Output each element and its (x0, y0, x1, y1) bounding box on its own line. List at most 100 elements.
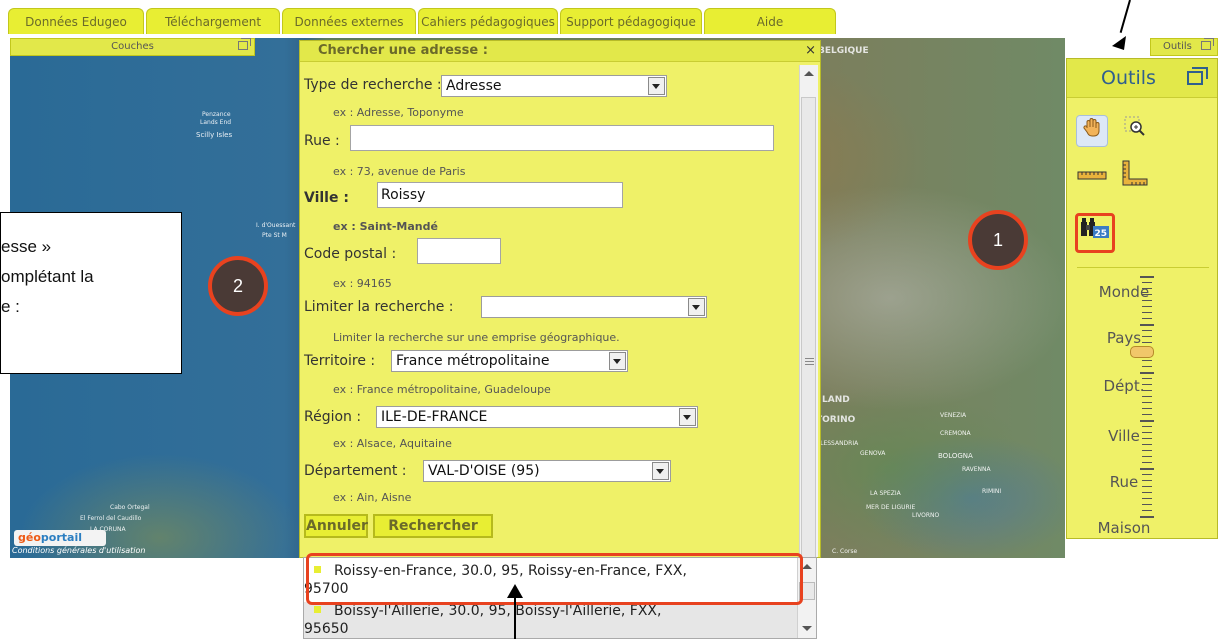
limit-select[interactable] (481, 296, 707, 318)
map-label: BELGIQUE (818, 46, 869, 56)
annotation-box: esse » omplétant la e : (0, 212, 182, 374)
map-label: GENOVA (860, 450, 886, 457)
chevron-down-icon[interactable] (609, 352, 626, 370)
map-label: Pte St M (262, 232, 287, 239)
tab-donnees-edugeo[interactable]: Données Edugeo (8, 8, 144, 34)
zoom-tick (1142, 474, 1152, 475)
rue-hint: ex : 73, avenue de Paris (333, 165, 466, 178)
zoom-tick (1142, 480, 1152, 481)
territoire-label: Territoire : (304, 353, 376, 369)
arrow-head-icon (1112, 36, 1126, 50)
restore-icon[interactable] (1187, 67, 1208, 85)
rue-input[interactable] (350, 125, 774, 151)
zoom-tick (1140, 276, 1154, 278)
layers-panel-header[interactable]: Couches (10, 38, 255, 56)
zoom-tick (1140, 516, 1154, 518)
zoom-level-label[interactable]: Rue (1079, 473, 1169, 491)
chevron-down-icon[interactable] (679, 408, 696, 426)
dept-select-value: VAL-D'OISE (95) (428, 463, 540, 479)
territoire-hint: ex : France métropolitaine, Guadeloupe (333, 383, 551, 396)
zoom-tick (1142, 306, 1152, 307)
tab-aide[interactable]: Aide (704, 8, 836, 34)
scroll-up-icon[interactable] (802, 564, 812, 569)
region-select-value: ILE-DE-FRANCE (381, 409, 488, 425)
logo-geo: géo (18, 531, 41, 544)
search-address-icon[interactable]: 25 (1075, 213, 1115, 253)
territoire-select[interactable]: France métropolitaine (391, 350, 628, 372)
zoom-tick (1142, 288, 1152, 289)
logo-portail: portail (40, 531, 82, 544)
map-label: Lands End (200, 119, 232, 126)
chevron-down-icon[interactable] (652, 462, 669, 480)
ville-hint: ex : Saint-Mandé (333, 220, 438, 233)
region-select[interactable]: ILE-DE-FRANCE (376, 406, 698, 428)
ruler-icon[interactable] (1076, 163, 1108, 195)
zoom-tick (1142, 396, 1152, 397)
map-label: MER DE LIGURIE (866, 504, 916, 511)
chevron-down-icon[interactable] (648, 77, 665, 95)
step-marker-2: 2 (208, 256, 268, 316)
zoom-level-label[interactable]: Pays (1079, 329, 1169, 347)
zoom-slider-track[interactable] (1140, 276, 1154, 522)
zoom-tick (1142, 360, 1152, 361)
annotation-arrow (514, 596, 516, 639)
tab-support-pedagogique[interactable]: Support pédagogique (560, 8, 702, 34)
zoom-box-icon[interactable] (1119, 115, 1151, 147)
scroll-thumb[interactable] (801, 97, 816, 557)
step-marker-1: 1 (968, 210, 1028, 270)
zoom-tick (1142, 282, 1152, 283)
zoom-level-label[interactable]: Ville (1079, 427, 1169, 445)
terms-link[interactable]: Conditions générales d'utilisation (12, 546, 145, 555)
list-item[interactable]: Boissy-l'Aillerie, 30.0, 95, Boissy-l'Ai… (304, 602, 798, 638)
geoportail-logo: géoportail (14, 530, 106, 546)
zoom-level-label[interactable]: Dépt. (1079, 377, 1169, 395)
zoom-tick (1142, 414, 1152, 415)
chevron-down-icon[interactable] (688, 298, 705, 316)
result-marker-icon (314, 606, 321, 613)
region-label: Région : (304, 409, 362, 425)
cancel-button[interactable]: Annuler (304, 514, 368, 538)
search-button[interactable]: Rechercher (373, 514, 493, 538)
restore-icon[interactable] (1201, 38, 1214, 50)
cp-input[interactable] (417, 238, 501, 264)
tab-cahiers-pedagogiques[interactable]: Cahiers pédagogiques (418, 8, 558, 34)
type-select[interactable]: Adresse (441, 75, 667, 97)
tab-telechargement[interactable]: Téléchargement (146, 8, 280, 34)
zoom-level-label[interactable]: Monde (1079, 283, 1169, 301)
zoom-tick (1142, 330, 1152, 331)
zoom-tick (1142, 366, 1152, 367)
layers-panel-title: Couches (111, 41, 154, 52)
map-label: LIVORNO (912, 512, 940, 519)
limit-label: Limiter la recherche : (304, 299, 454, 315)
zoom-tick (1142, 300, 1152, 301)
dept-select[interactable]: VAL-D'OISE (95) (423, 460, 671, 482)
dialog-scrollbar[interactable] (799, 65, 818, 557)
map-label: Penzance (202, 111, 231, 118)
tab-donnees-externes[interactable]: Données externes (282, 8, 416, 34)
tools-panel-header[interactable]: Outils (1150, 38, 1218, 56)
zoom-tick (1142, 486, 1152, 487)
map-label: Scilly Isles (196, 131, 233, 139)
arrow-head-icon (507, 584, 523, 598)
tools-title: Outils (1101, 67, 1156, 89)
pan-hand-icon[interactable] (1076, 115, 1108, 147)
map-label: BOLOGNA (938, 452, 973, 460)
type-select-value: Adresse (446, 78, 502, 94)
zoom-slider-handle[interactable] (1130, 346, 1154, 358)
zoom-level-label[interactable]: Maison (1079, 519, 1169, 537)
zoom-tick (1142, 384, 1152, 385)
scroll-up-icon[interactable] (804, 71, 814, 76)
zoom-tick (1142, 492, 1152, 493)
badge-text: 25 (1095, 229, 1108, 239)
close-icon[interactable]: × (805, 41, 816, 61)
zoom-tick (1142, 342, 1152, 343)
zoom-tick (1142, 378, 1152, 379)
zoom-tick (1142, 294, 1152, 295)
zoom-tick (1142, 336, 1152, 337)
ville-input[interactable]: Roissy (377, 182, 623, 208)
scroll-down-icon[interactable] (802, 626, 812, 631)
map-label: I. d'Ouessant (256, 222, 296, 229)
restore-icon[interactable] (238, 38, 251, 50)
annotation-line: esse » (1, 237, 52, 256)
area-ruler-icon[interactable] (1119, 159, 1151, 191)
